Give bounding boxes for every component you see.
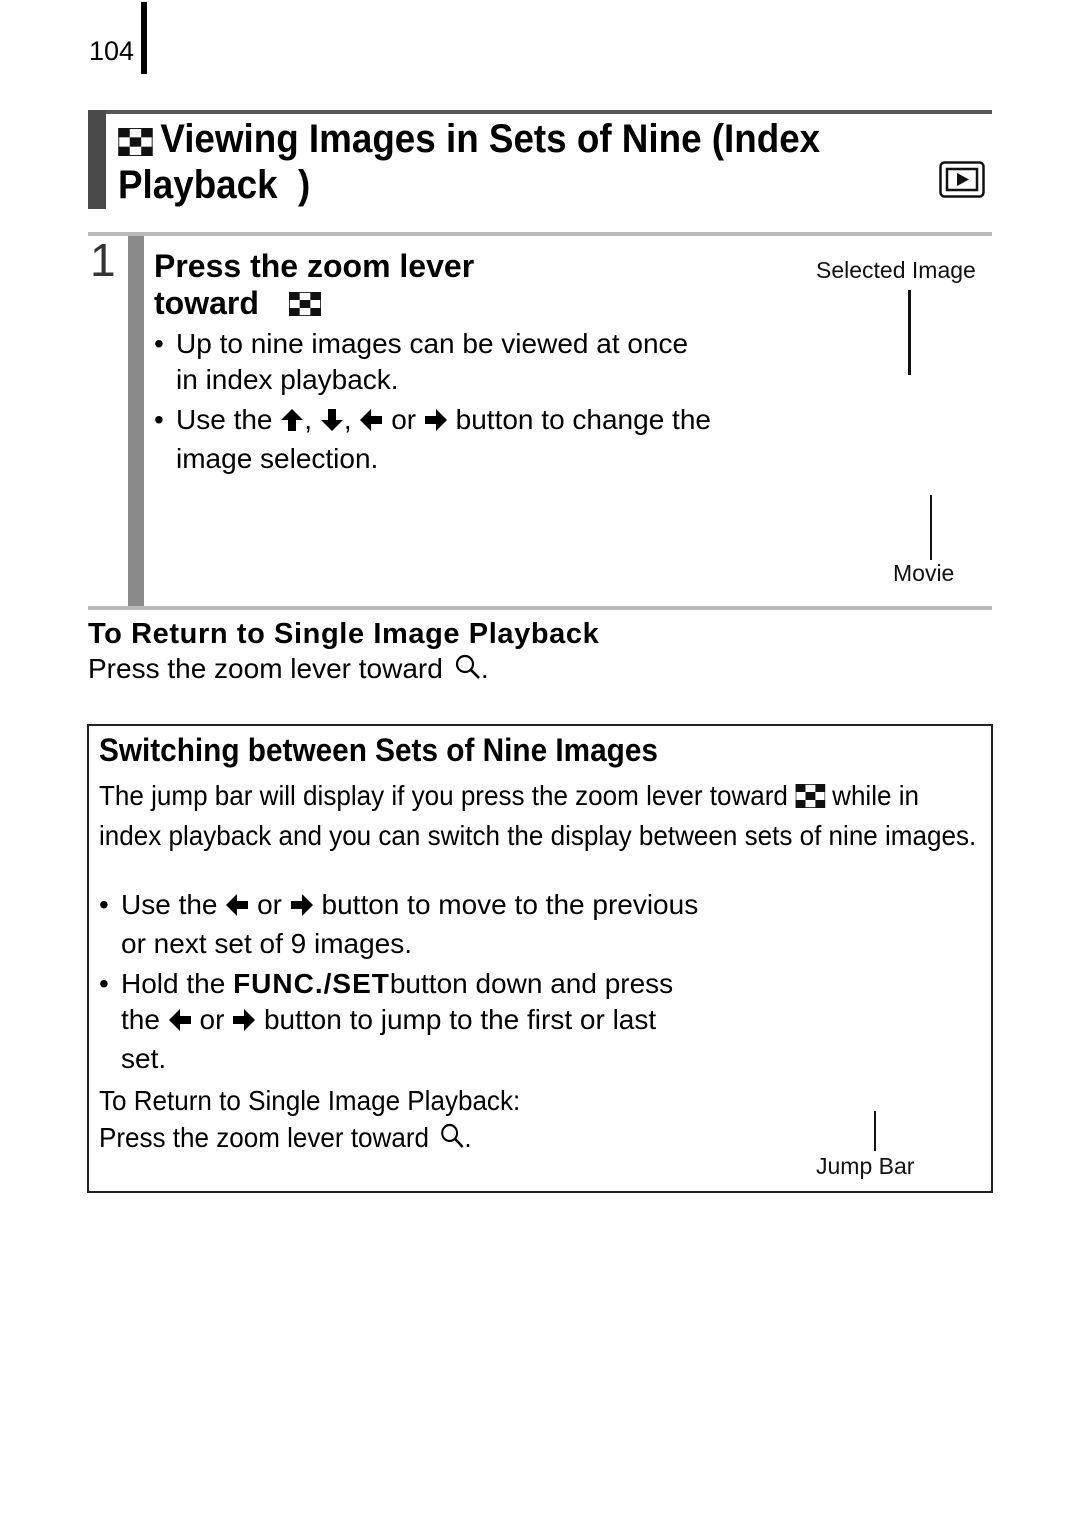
arrow-up-icon — [280, 405, 304, 441]
bullet-dot: • — [154, 404, 164, 435]
index-grid-icon — [118, 122, 153, 164]
playback-mode-icon — [939, 161, 985, 198]
callout-line-jump-bar — [874, 1111, 876, 1151]
page-title: Viewing Images in Sets of Nine (Index Pl… — [118, 118, 872, 206]
bullet-dot: • — [99, 968, 109, 999]
separator: , — [343, 404, 352, 435]
arrow-right-icon — [424, 405, 448, 441]
title-side-bar — [88, 110, 106, 209]
callout-selected-image: Selected Image — [816, 257, 976, 283]
separator: or — [257, 889, 282, 920]
separator: or — [199, 1004, 225, 1035]
switching-box-paragraph: The jump bar will display if you press t… — [99, 778, 978, 854]
return-line2: Press the zoom lever toward — [99, 1121, 429, 1153]
arrow-left-icon — [359, 405, 383, 441]
step-top-rule — [88, 232, 992, 236]
switching-bullet-list: • Use the or button to move to the previ… — [99, 887, 699, 1077]
separator: or — [391, 404, 417, 435]
callout-line-selected-image — [908, 290, 911, 375]
arrow-down-icon — [320, 405, 344, 441]
arrow-left-icon — [225, 890, 249, 926]
bullet-dot: • — [154, 328, 164, 359]
separator: , — [304, 404, 313, 435]
magnify-icon — [440, 1122, 464, 1159]
page-number: 104 — [89, 36, 135, 66]
step-bottom-rule — [88, 606, 992, 610]
switching-bullet: • Use the or button to move to the previ… — [99, 887, 699, 962]
step-bullet: • Use the , , or button to change the im… — [154, 402, 714, 477]
step-heading-line2: toward — [154, 285, 259, 321]
arrow-right-icon — [232, 1005, 256, 1041]
step-bullet-list: • Up to nine images can be viewed at onc… — [154, 326, 714, 477]
return-text: Press the zoom lever toward. — [88, 652, 489, 688]
step-bullet-text: Up to nine images can be viewed at once … — [176, 328, 689, 395]
page-title-line2: Playback ) — [118, 163, 311, 207]
arrow-right-icon — [290, 890, 314, 926]
index-grid-icon — [795, 781, 825, 818]
switching-bullet-text: Hold the FUNC./SETbutton down and press … — [121, 966, 699, 1077]
bullet-prefix: Hold the — [121, 968, 226, 999]
return-line2-end: . — [464, 1121, 472, 1153]
callout-line-movie — [930, 495, 932, 560]
callout-movie: Movie — [893, 560, 955, 586]
page-title-line1: Viewing Images in Sets of Nine (Index — [160, 117, 821, 161]
page-number-bar — [141, 2, 147, 74]
step-bullet: • Up to nine images can be viewed at onc… — [154, 326, 714, 398]
return-heading: To Return to Single Image Playback — [88, 618, 600, 650]
return-line1: To Return to Single Image Playback: — [99, 1085, 521, 1116]
switching-bullet-text: Use the or button to move to the previou… — [121, 887, 699, 962]
func-set-button-label: FUNC./SET — [233, 968, 390, 999]
magnify-icon — [455, 654, 481, 688]
switching-box-heading: Switching between Sets of Nine Images — [99, 732, 658, 768]
switching-box-return: To Return to Single Image Playback: Pres… — [99, 1083, 657, 1158]
return-text-body: Press the zoom lever toward — [88, 653, 443, 684]
step-side-bar — [128, 236, 144, 606]
step-heading-line1: Press the zoom lever — [154, 248, 475, 284]
title-top-rule — [88, 110, 992, 114]
step-heading: Press the zoom lever toward — [154, 248, 714, 324]
step-number: 1 — [90, 234, 116, 286]
return-text-end: . — [480, 653, 489, 684]
bullet-prefix: Use the — [121, 889, 218, 920]
step-bullet-text: Use the , , or button to change the imag… — [176, 402, 714, 477]
bullet-prefix: Use the — [176, 404, 273, 435]
switching-bullet: • Hold the FUNC./SETbutton down and pres… — [99, 966, 699, 1077]
callout-jump-bar: Jump Bar — [816, 1153, 915, 1179]
arrow-left-icon — [168, 1005, 192, 1041]
index-grid-icon — [289, 287, 321, 324]
bullet-dot: • — [99, 889, 109, 920]
paragraph-text: The jump bar will display if you press t… — [99, 780, 788, 811]
